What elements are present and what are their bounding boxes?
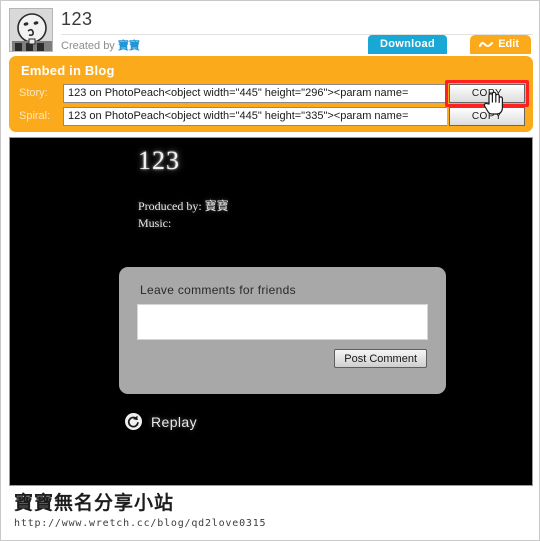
avatar[interactable] bbox=[9, 8, 53, 52]
copy-spiral-button[interactable]: COPY bbox=[449, 106, 525, 126]
post-comment-row: Post Comment bbox=[137, 349, 428, 368]
replay-circle-arrow-icon bbox=[125, 413, 142, 430]
comment-input[interactable] bbox=[137, 304, 428, 340]
embed-row-spiral: Spiral: 123 on PhotoPeach<object width="… bbox=[19, 106, 525, 126]
replay-label: Replay bbox=[151, 413, 197, 430]
footer-url[interactable]: http://www.wretch.cc/blog/qd2love0315 bbox=[14, 518, 539, 529]
copy-story-wrap: COPY bbox=[445, 79, 529, 115]
embed-in-blog-panel: Embed in Blog Story: 123 on PhotoPeach<o… bbox=[9, 56, 533, 132]
edit-tab[interactable]: Edit bbox=[470, 35, 531, 54]
created-by-prefix: Created by bbox=[61, 40, 118, 52]
player-stage: 123 Produced by: 寶寶 Music: Leave comment… bbox=[9, 137, 533, 486]
embed-row-story: Story: 123 on PhotoPeach<object width="4… bbox=[19, 79, 529, 115]
post-comment-button[interactable]: Post Comment bbox=[334, 349, 427, 368]
comment-box-label: Leave comments for friends bbox=[140, 283, 296, 297]
created-by: Created by 寶寶 bbox=[61, 37, 140, 53]
stage-title: 123 bbox=[138, 146, 180, 175]
copy-story-button[interactable]: COPY bbox=[449, 83, 525, 103]
cartoon-face-avatar-icon bbox=[10, 9, 52, 51]
edit-tab-label: Edit bbox=[498, 38, 519, 50]
page-root: 123 Created by 寶寶 Download Edit Embed in… bbox=[0, 0, 540, 541]
wrench-icon bbox=[479, 42, 494, 47]
page-title: 123 bbox=[61, 9, 93, 29]
replay-button[interactable]: Replay bbox=[124, 412, 197, 431]
comment-box: Leave comments for friends Post Comment bbox=[119, 267, 446, 394]
embed-label-spiral: Spiral: bbox=[19, 110, 51, 122]
copy-spiral-wrap: COPY bbox=[449, 106, 525, 126]
page-footer: 寶寶無名分享小站 http://www.wretch.cc/blog/qd2lo… bbox=[1, 493, 539, 529]
stage-music: Music: bbox=[138, 216, 172, 230]
embed-label-story: Story: bbox=[19, 87, 48, 99]
author-link[interactable]: 寶寶 bbox=[118, 40, 140, 52]
embed-input-story[interactable]: 123 on PhotoPeach<object width="445" hei… bbox=[63, 83, 447, 103]
download-button[interactable]: Download bbox=[368, 35, 447, 54]
stage-produced-by: Produced by: 寶寶 bbox=[138, 199, 229, 213]
footer-site-name: 寶寶無名分享小站 bbox=[14, 493, 175, 514]
page-header: 123 Created by 寶寶 Download Edit bbox=[1, 1, 539, 58]
title-divider bbox=[61, 34, 533, 35]
embed-panel-title: Embed in Blog bbox=[21, 63, 115, 78]
stage-credits: Produced by: 寶寶 Music: bbox=[138, 198, 229, 232]
embed-input-spiral[interactable]: 123 on PhotoPeach<object width="445" hei… bbox=[63, 106, 447, 126]
